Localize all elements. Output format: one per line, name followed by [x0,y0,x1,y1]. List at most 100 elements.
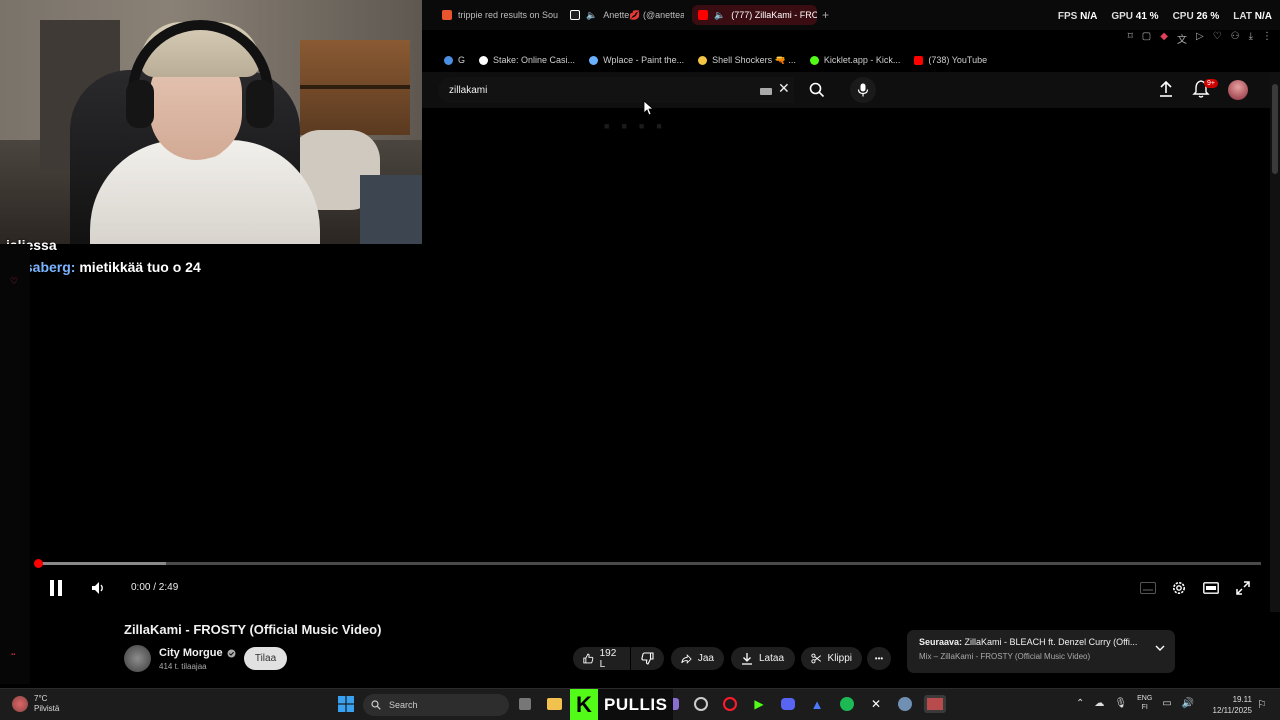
weather-widget[interactable]: 7°C Pilvistä [12,694,59,714]
account-avatar[interactable] [1228,80,1248,100]
windows-icon [338,696,354,712]
bookmark-label: Kicklet.app - Kick... [823,55,901,65]
verified-icon [227,649,236,657]
up-next-card[interactable]: Seuraava: ZillaKami - BLEACH ft. Denzel … [907,630,1175,673]
background-shelf [300,40,410,135]
pause-button[interactable] [46,578,66,598]
weather-text: 7°C Pilvistä [34,694,59,714]
keyboard-icon[interactable] [760,88,772,95]
video-progress-bar[interactable] [34,559,1261,568]
pullis-taskbar-app[interactable]: K PULLIS [570,689,674,720]
chrome-icon [694,697,708,711]
display-icon[interactable]: ▭ [1162,698,1171,709]
language-code: ENG [1137,695,1153,702]
taskbar-app[interactable]: ▲ [808,695,826,713]
channel-avatar[interactable] [124,645,151,672]
clock-time: 19.11 [1232,695,1252,704]
taskbar-app[interactable] [692,695,710,713]
close-icon[interactable]: ✕ [778,81,790,95]
channel-name[interactable]: City Morgue [159,647,236,659]
cpu-label: CPU [1172,11,1194,22]
browser-tab-active[interactable]: 🔈 (777) ZillaKami - FRO [692,5,817,25]
settings-button[interactable] [1169,578,1189,598]
clip-label: Klippi [827,653,852,664]
shell-shockers-icon [698,55,708,65]
gpu-value: 41 % [1135,11,1159,22]
microphone-icon[interactable]: 🎙 [1114,698,1127,709]
system-clock[interactable]: 19.11 12/11/2025 [1207,694,1252,716]
new-tab-button[interactable]: + [822,8,829,22]
search-button[interactable] [796,77,838,103]
upload-button[interactable] [1158,80,1174,103]
subscribe-button[interactable]: Tilaa [244,647,287,670]
taskbar-app[interactable] [721,695,739,713]
taskbar-app[interactable]: ▶ [750,695,768,713]
lat-value: N/A [1254,11,1272,22]
download-button[interactable]: Lataa [731,647,795,670]
onedrive-icon[interactable]: ☁ [1094,698,1104,709]
share-button[interactable]: Jaa [671,647,724,670]
up-next-title-line: Seuraava: ZillaKami - BLEACH ft. Denzel … [919,637,1139,647]
kick-logo-icon: K [570,689,598,720]
bookmark-item[interactable]: Wplace - Paint the... [589,55,684,65]
upload-icon [1160,80,1172,97]
taskbar-search[interactable]: Search [363,694,509,716]
subtitles-button[interactable] [1138,578,1158,598]
youtube-header: zillakami ✕ 9+ [422,72,1280,108]
volume-icon [92,582,103,594]
cpu-value: 26 % [1196,11,1220,22]
shield-icon[interactable]: ◆ [1160,31,1168,46]
more-actions-button[interactable]: ••• [867,647,891,670]
screenshot-icon[interactable]: ▢ [1142,31,1151,46]
download-icon [742,653,752,665]
youtube-icon [914,55,924,65]
clip-button[interactable]: Klippi [801,647,862,670]
browser-tabbar: trippie red results on Sou 🔈 Anette💋 (@a… [422,0,1280,30]
translate-icon[interactable]: 文 [1177,31,1187,46]
bookmark-item[interactable]: Kicklet.app - Kick... [809,55,901,65]
heart-icon[interactable]: ♡ [1213,31,1222,46]
progress-scrubber[interactable] [34,559,43,568]
dislike-button[interactable] [631,647,664,670]
fullscreen-button[interactable] [1233,578,1253,598]
browser-tab[interactable]: trippie red results on Sou [436,5,560,25]
language-indicator[interactable]: ENG FI [1137,694,1152,712]
taskbar-app[interactable]: ✕ [867,695,885,713]
chevron-down-icon[interactable] [1155,645,1165,652]
chevron-up-icon[interactable]: ⌃ [1076,698,1084,709]
theater-mode-button[interactable] [1201,578,1221,598]
download-icon[interactable]: ⤓ [1249,31,1253,46]
like-button[interactable]: 192 L [573,647,630,670]
start-button[interactable] [337,695,355,713]
menu-icon[interactable]: ⋮ [1262,31,1272,46]
taskbar-app-active[interactable] [924,695,946,713]
bookmark-item[interactable]: Shell Shockers 🔫 ... [698,55,796,66]
bookmark-label: Stake: Online Casi... [493,55,576,65]
account-icon[interactable]: ⚇ [1231,31,1240,46]
voice-search-button[interactable] [850,77,876,103]
bookmark-item[interactable]: Stake: Online Casi... [479,55,575,65]
overlay-badge-icon: ▪▪ [11,652,16,658]
settings-app-icon [898,697,912,711]
volume-icon[interactable]: 🔊 [1182,698,1194,709]
search-input[interactable]: zillakami [438,77,794,103]
headphone-cup-left [126,80,154,128]
cpu-stat: CPU 26 % [1173,11,1220,22]
youtube-icon [698,10,708,20]
notification-bell-icon[interactable]: ⚐ [1257,698,1267,711]
taskbar-app[interactable] [838,695,856,713]
gpu-label: GPU [1111,11,1133,22]
play-icon[interactable]: ▷ [1196,31,1204,46]
task-view-icon [519,698,531,710]
taskbar-app[interactable] [779,695,797,713]
mute-button[interactable] [88,578,108,598]
weather-desc: Pilvistä [34,704,60,713]
task-view-button[interactable] [516,695,534,713]
browser-tab[interactable]: 🔈 Anette💋 (@anetteali [564,5,684,25]
bookmark-item[interactable]: (738) YouTube [914,55,987,65]
scrollbar-thumb[interactable] [1272,84,1278,174]
bookmark-item[interactable]: G [444,55,465,65]
file-explorer-button[interactable] [545,695,563,713]
bookmark-icon[interactable]: ⌑ [1128,31,1133,46]
taskbar-app[interactable] [896,695,914,713]
